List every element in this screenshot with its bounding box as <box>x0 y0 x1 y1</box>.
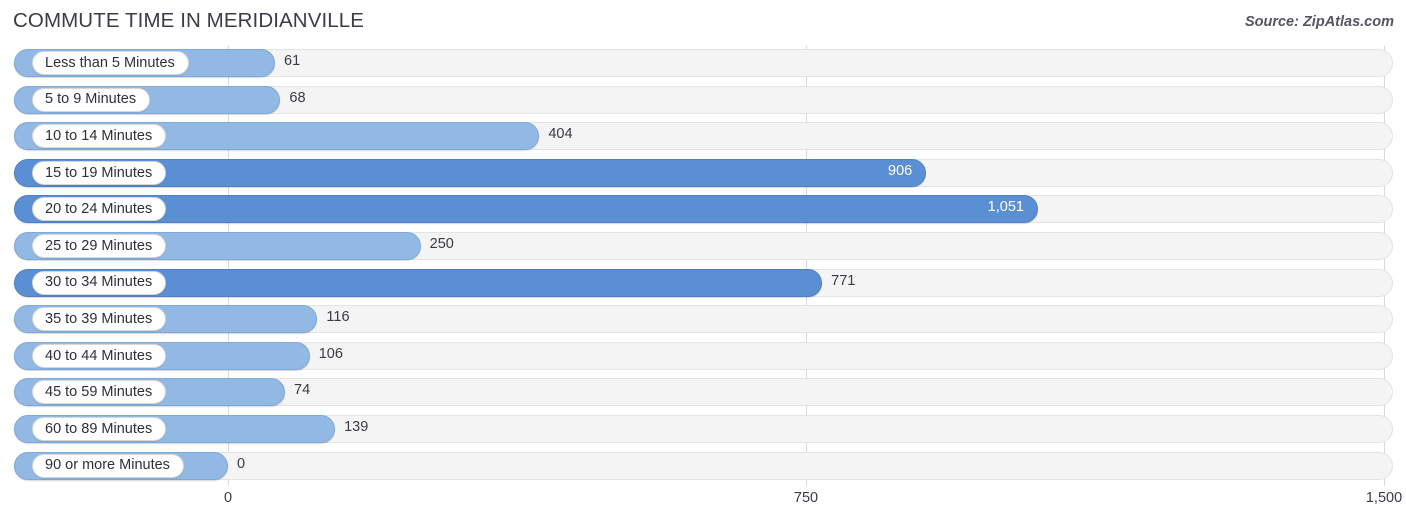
page-title: COMMUTE TIME IN MERIDIANVILLE <box>13 9 365 32</box>
x-axis: 0 750 1,500 <box>0 486 1406 522</box>
category-label: 25 to 29 Minutes <box>45 237 153 254</box>
bar-value-label: 906 <box>888 162 913 179</box>
bar-row: 15 to 19 Minutes 906 <box>0 156 1406 193</box>
category-label-pill: 5 to 9 Minutes <box>32 87 151 112</box>
category-label-pill: 35 to 39 Minutes <box>32 307 167 332</box>
bar-row: 5 to 9 Minutes 68 <box>0 83 1406 120</box>
bar-row: 40 to 44 Minutes 106 <box>0 339 1406 376</box>
category-label: 90 or more Minutes <box>45 457 170 474</box>
bar-row: 35 to 39 Minutes 116 <box>0 302 1406 339</box>
bar-value-label: 250 <box>429 236 454 252</box>
value-bar[interactable] <box>14 195 1038 224</box>
chart-header: COMMUTE TIME IN MERIDIANVILLE Source: Zi… <box>0 0 1406 44</box>
category-label: Less than 5 Minutes <box>45 54 175 71</box>
bar-value-label: 404 <box>548 126 573 143</box>
bar-value-label: 106 <box>318 345 343 362</box>
bar-value-label: 1,051 <box>987 199 1024 216</box>
x-axis-tick-label: 1,500 <box>1365 490 1403 506</box>
category-label-pill: Less than 5 Minutes <box>32 51 189 75</box>
category-label-pill: 60 to 89 Minutes <box>32 417 167 441</box>
category-label-pill: 40 to 44 Minutes <box>32 343 167 368</box>
category-label-pill: 10 to 14 Minutes <box>32 124 167 149</box>
bar-row: 60 to 89 Minutes 139 <box>0 412 1406 449</box>
bar-value-label: 116 <box>326 309 350 326</box>
bar-row: 20 to 24 Minutes 1,051 <box>0 192 1406 229</box>
bar-row: 45 to 59 Minutes 74 <box>0 375 1406 412</box>
bar-row: 10 to 14 Minutes 404 <box>0 119 1406 156</box>
x-axis-tick-label: 0 <box>223 490 233 506</box>
bar-row: 90 or more Minutes 0 <box>0 449 1406 486</box>
plot-area: Less than 5 Minutes 61 5 to 9 Minutes 68 10 … <box>0 46 1406 486</box>
source-attribution: Source: ZipAtlas.com <box>1244 14 1394 30</box>
bar-value-label: 771 <box>831 272 856 289</box>
bar-rows: Less than 5 Minutes 61 5 to 9 Minutes 68 10 … <box>0 46 1406 486</box>
category-label-pill: 20 to 24 Minutes <box>32 197 167 222</box>
category-label-pill: 25 to 29 Minutes <box>32 234 167 258</box>
category-label: 40 to 44 Minutes <box>45 347 153 364</box>
bar-value-label: 0 <box>237 455 246 472</box>
category-label: 15 to 19 Minutes <box>45 164 153 181</box>
category-label: 30 to 34 Minutes <box>45 274 153 291</box>
bar-row: 30 to 34 Minutes 771 <box>0 266 1406 303</box>
bar-row: 25 to 29 Minutes 250 <box>0 229 1406 266</box>
category-label: 35 to 39 Minutes <box>45 310 153 327</box>
bar-value-label: 74 <box>294 382 311 399</box>
chart-container: COMMUTE TIME IN MERIDIANVILLE Source: Zi… <box>0 0 1406 522</box>
category-label-pill: 30 to 34 Minutes <box>32 270 167 295</box>
category-label: 20 to 24 Minutes <box>45 201 153 218</box>
bar-value-label: 61 <box>284 53 301 69</box>
bar-value-label: 68 <box>289 89 306 106</box>
category-label: 10 to 14 Minutes <box>45 127 153 144</box>
bar-value-label: 139 <box>344 419 369 435</box>
bar-row: Less than 5 Minutes 61 <box>0 46 1406 83</box>
category-label-pill: 90 or more Minutes <box>32 453 184 478</box>
category-label: 5 to 9 Minutes <box>45 91 137 108</box>
category-label: 45 to 59 Minutes <box>45 384 153 401</box>
category-label-pill: 45 to 59 Minutes <box>32 380 167 405</box>
category-label: 60 to 89 Minutes <box>45 420 153 437</box>
x-axis-tick-label: 750 <box>793 490 819 506</box>
category-label-pill: 15 to 19 Minutes <box>32 160 167 185</box>
